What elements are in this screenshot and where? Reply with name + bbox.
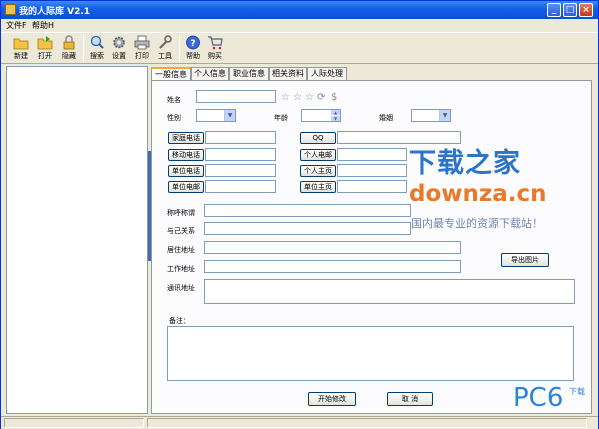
toolbar-separator — [83, 36, 84, 62]
qq-button[interactable]: QQ — [300, 132, 336, 144]
work-email-input[interactable] — [205, 180, 276, 193]
cart-icon — [208, 36, 223, 50]
status-cell — [4, 418, 144, 428]
watermark-slogan: 国内最专业的资源下载站！ — [411, 217, 543, 230]
down-arrow-icon[interactable]: ▼ — [331, 116, 340, 121]
toolbar-help-button[interactable]: ? 帮助 — [181, 35, 205, 63]
watermark-pc6-logo: PC6 — [513, 383, 564, 413]
tab-relationship[interactable]: 人际处理 — [307, 67, 347, 81]
toolbar-settings-button[interactable]: 设置 — [107, 35, 131, 63]
menu-bar: 文件F 帮助H — [1, 19, 598, 31]
refresh-icon[interactable]: ⟳ — [317, 92, 325, 103]
watermark-site-name: 下载之家 — [409, 148, 521, 179]
mail-address-label: 通讯地址 — [167, 284, 195, 292]
export-photo-button[interactable]: 导出图片 — [501, 253, 549, 267]
maximize-button[interactable]: □ — [563, 3, 577, 17]
tab-related-data[interactable]: 相关资料 — [269, 67, 307, 81]
up-arrow-icon[interactable]: ▲ — [331, 110, 340, 115]
work-address-input[interactable] — [204, 260, 461, 273]
age-label: 年龄 — [274, 114, 288, 122]
search-icon — [90, 35, 104, 49]
open-folder-icon — [37, 36, 53, 50]
cancel-button[interactable]: 取 消 — [387, 392, 433, 406]
work-phone-button[interactable]: 单位电话 — [168, 165, 204, 177]
personal-email-button[interactable]: 个人电邮 — [300, 149, 336, 161]
tab-career-info[interactable]: 职业信息 — [229, 67, 269, 81]
tab-personal-info[interactable]: 个人信息 — [191, 67, 229, 81]
work-homepage-button[interactable]: 单位主页 — [300, 181, 336, 193]
toolbar-separator — [179, 36, 180, 62]
toolbar: 新建 打开 隐藏 搜索 设置 打印 工具 ? 帮助 购买 — [1, 32, 598, 64]
gender-label: 性别 — [167, 114, 181, 122]
name-label: 姓名 — [167, 96, 181, 104]
gender-select[interactable]: ▼ — [196, 109, 236, 122]
chevron-down-icon: ▼ — [224, 110, 235, 121]
watermark-site-url: downza.cn — [409, 181, 547, 207]
toolbar-open-button[interactable]: 打开 — [33, 35, 57, 63]
marriage-label: 婚姻 — [379, 114, 393, 122]
toolbar-print-button[interactable]: 打印 — [130, 35, 154, 63]
personal-email-input[interactable] — [337, 148, 407, 161]
relation-input[interactable] — [204, 222, 411, 235]
window-title: 我的人际库 V2.1 — [19, 7, 91, 17]
start-edit-button[interactable]: 开始修改 — [308, 392, 356, 406]
contact-tree-panel[interactable] — [6, 66, 148, 414]
home-phone-input[interactable] — [205, 131, 276, 144]
marriage-select[interactable]: ▼ — [411, 109, 451, 122]
dollar-icon[interactable]: $ — [331, 92, 337, 103]
name-input[interactable] — [196, 90, 276, 103]
nickname-input[interactable] — [204, 204, 411, 217]
nickname-label: 称呼称谓 — [167, 209, 195, 217]
residence-label: 居住地址 — [167, 246, 195, 254]
work-address-label: 工作地址 — [167, 265, 195, 273]
toolbar-hide-button[interactable]: 隐藏 — [57, 35, 81, 63]
notes-textarea[interactable] — [167, 326, 574, 381]
mobile-phone-button[interactable]: 移动电话 — [168, 149, 204, 161]
gear-icon — [113, 36, 125, 49]
home-phone-button[interactable]: 家庭电话 — [168, 132, 204, 144]
tools-icon — [159, 35, 172, 49]
minimize-button[interactable]: _ — [547, 3, 561, 17]
toolbar-search-button[interactable]: 搜索 — [85, 35, 109, 63]
menu-help[interactable]: 帮助H — [32, 20, 54, 31]
personal-homepage-button[interactable]: 个人主页 — [300, 165, 336, 177]
status-bar — [1, 416, 598, 429]
mobile-phone-input[interactable] — [205, 148, 276, 161]
lock-icon — [63, 35, 75, 50]
app-icon — [5, 4, 16, 15]
mail-address-textarea[interactable] — [204, 279, 575, 304]
toolbar-buy-button[interactable]: 购买 — [203, 35, 227, 63]
toolbar-tools-button[interactable]: 工具 — [153, 35, 177, 63]
age-stepper[interactable]: ▲ ▼ — [301, 109, 341, 122]
work-phone-input[interactable] — [205, 164, 276, 177]
app-window: 我的人际库 V2.1 _ □ × 文件F 帮助H 新建 打开 隐藏 搜索 设置 — [0, 0, 599, 429]
title-bar[interactable]: 我的人际库 V2.1 _ □ × — [1, 1, 598, 19]
close-button[interactable]: × — [579, 3, 593, 17]
star-icon[interactable]: ☆ — [281, 92, 290, 103]
watermark-pc6-sub: 下载 — [569, 387, 585, 396]
status-cell — [147, 418, 587, 428]
new-folder-icon — [13, 38, 29, 50]
toolbar-new-button[interactable]: 新建 — [9, 35, 33, 63]
personal-homepage-input[interactable] — [337, 164, 407, 177]
star-icon[interactable]: ☆ — [305, 92, 314, 103]
residence-input[interactable] — [204, 241, 461, 254]
work-email-button[interactable]: 单位电邮 — [168, 181, 204, 193]
star-icon[interactable]: ☆ — [293, 92, 302, 103]
work-homepage-input[interactable] — [337, 180, 407, 193]
svg-text:?: ? — [190, 39, 195, 49]
relation-label: 与己关系 — [167, 227, 195, 235]
menu-file[interactable]: 文件F — [6, 20, 27, 31]
chevron-down-icon: ▼ — [439, 110, 450, 121]
printer-icon — [134, 35, 150, 50]
notes-label: 备注： — [169, 317, 190, 325]
help-icon: ? — [186, 35, 200, 50]
